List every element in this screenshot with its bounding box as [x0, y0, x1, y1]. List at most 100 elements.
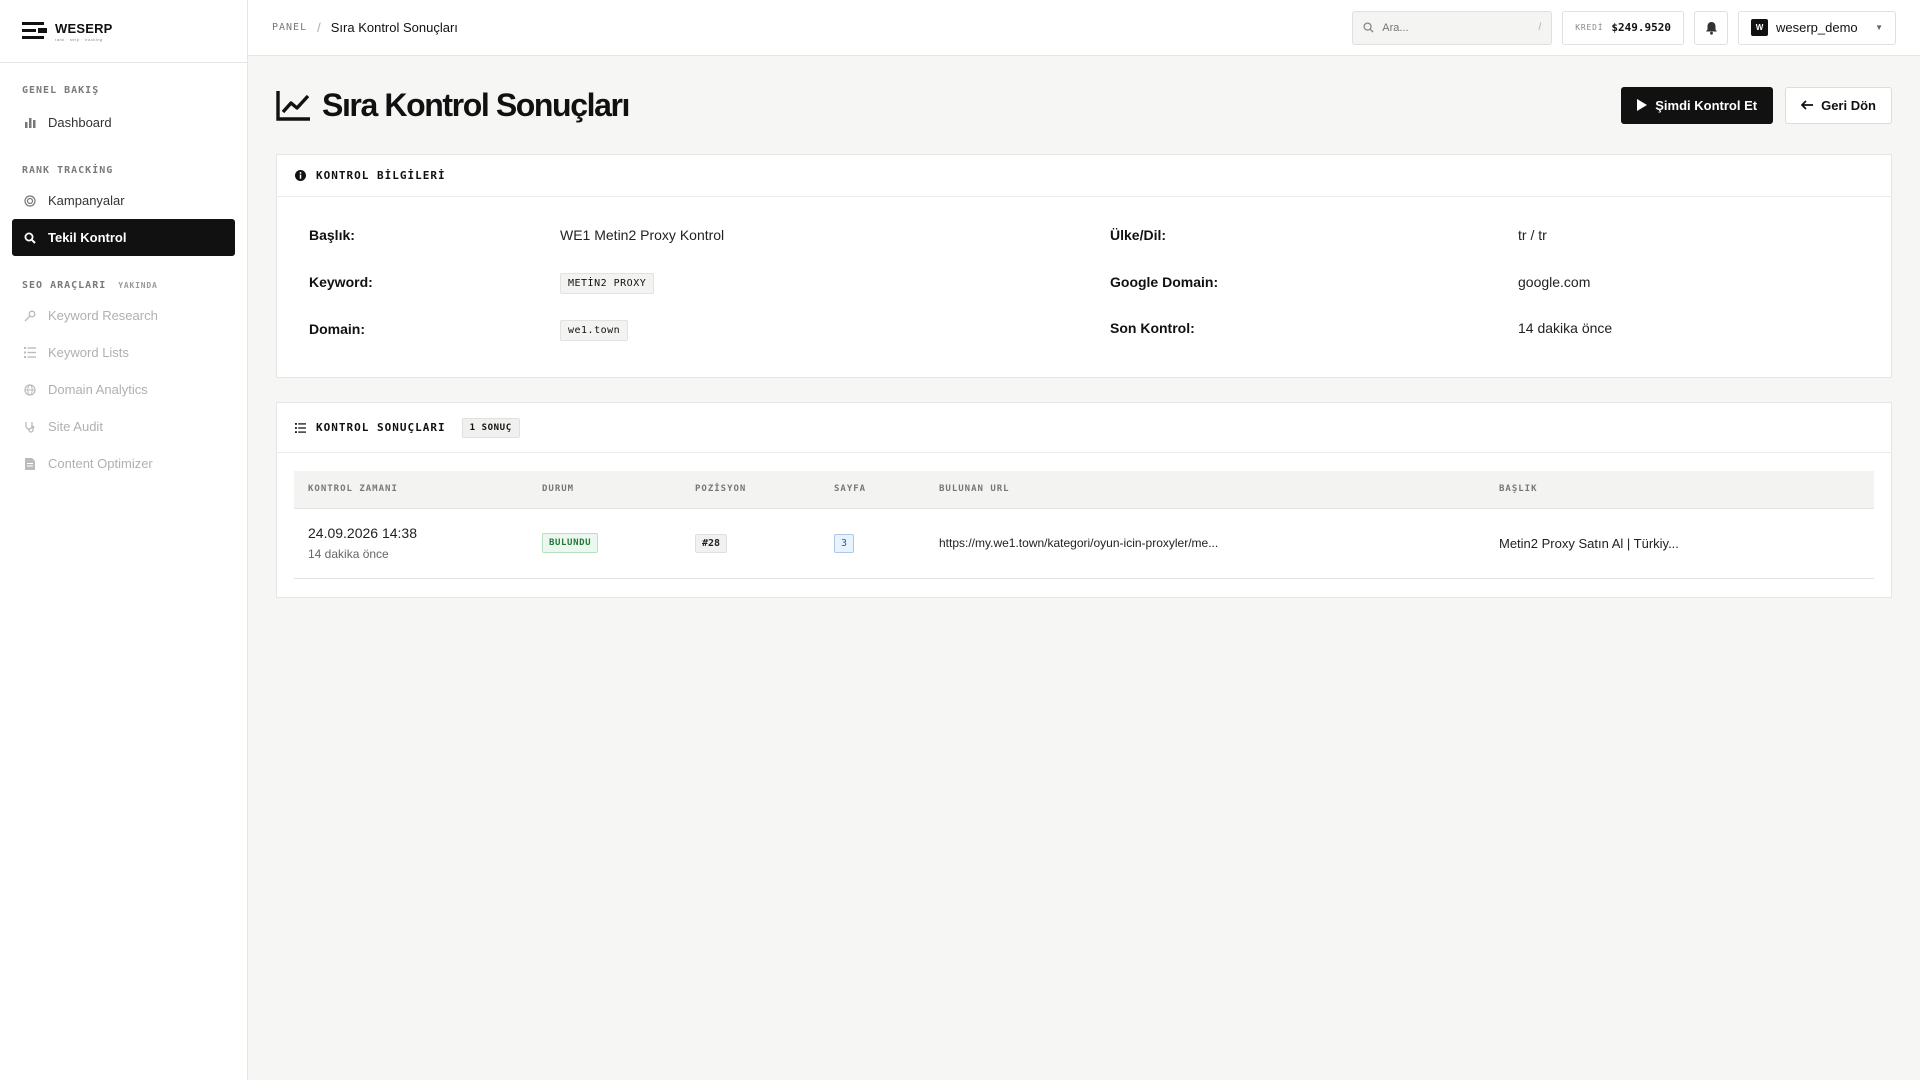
field-label-baslik: Başlık: [309, 227, 355, 243]
table-row: 24.09.2026 14:38 14 dakika önce BULUNDU … [294, 508, 1874, 579]
credit-value: $249.9520 [1611, 21, 1671, 34]
field-label-keyword: Keyword: [309, 274, 373, 290]
cell-page: 3 [820, 508, 925, 579]
position-badge: #28 [695, 533, 728, 553]
check-time: 24.09.2026 14:38 [308, 525, 417, 541]
column-header-url[interactable]: BULUNAN URL [925, 471, 1485, 509]
search-input[interactable] [1382, 21, 1531, 34]
cell-url: https://my.we1.town/kategori/oyun-icin-p… [925, 508, 1485, 579]
field-label-son-kontrol: Son Kontrol: [1110, 320, 1195, 336]
nav-section-title: RANK TRACKİNG [22, 164, 114, 176]
breadcrumb-separator: / [317, 20, 321, 35]
breadcrumb-root[interactable]: PANEL [272, 22, 307, 33]
field-value-google-domain: google.com [1518, 274, 1591, 290]
coming-soon-badge: YAKINDA [118, 280, 158, 290]
chevron-down-icon: ▼ [1875, 23, 1883, 32]
back-button[interactable]: Geri Dön [1785, 86, 1892, 124]
notifications-button[interactable] [1694, 10, 1728, 45]
breadcrumb-current: Sıra Kontrol Sonuçları [330, 20, 458, 35]
column-header-position[interactable]: POZİSYON [681, 471, 820, 509]
field-label-google-domain: Google Domain: [1110, 274, 1219, 290]
page-header: Sıra Kontrol Sonuçları Şimdi Kontrol Et … [276, 56, 1892, 154]
user-name: weserp_demo [1776, 20, 1858, 35]
brand-tagline: rank · serp · tracking [55, 36, 103, 42]
sidebar: WESERP rank · serp · tracking GENEL BAKI… [0, 0, 248, 1080]
topbar: PANEL / Sıra Kontrol Sonuçları / KREDİ $… [248, 0, 1920, 56]
cell-title: Metin2 Proxy Satın Al | Türkiy... [1485, 508, 1874, 579]
logo-icon [22, 22, 47, 39]
sidebar-item-keyword-research[interactable]: Keyword Research [12, 297, 235, 334]
brand: WESERP rank · serp · tracking [0, 0, 247, 63]
document-icon [24, 457, 36, 470]
sidebar-item-tekil-kontrol[interactable]: Tekil Kontrol [12, 219, 235, 256]
column-header-title[interactable]: BAŞLIK [1485, 471, 1874, 509]
sidebar-item-keyword-lists[interactable]: Keyword Lists [12, 334, 235, 371]
sidebar-item-content-optimizer[interactable]: Content Optimizer [12, 445, 235, 482]
page-title: Sıra Kontrol Sonuçları [322, 86, 630, 123]
sidebar-item-kampanyalar[interactable]: Kampanyalar [12, 182, 235, 219]
info-icon [295, 170, 306, 181]
sidebar-item-label: Domain Analytics [48, 382, 148, 397]
list-icon [24, 347, 36, 359]
sidebar-item-label: Site Audit [48, 419, 103, 434]
credit-label: KREDİ [1575, 23, 1604, 32]
column-header-status[interactable]: DURUM [528, 471, 681, 509]
key-icon [24, 310, 36, 322]
column-header-page[interactable]: SAYFA [820, 471, 925, 509]
sidebar-item-domain-analytics[interactable]: Domain Analytics [12, 371, 235, 408]
check-time-ago: 14 dakika önce [308, 547, 389, 561]
sidebar-item-label: Keyword Research [48, 308, 158, 323]
status-badge: BULUNDU [542, 533, 599, 553]
brand-name: WESERP [55, 20, 113, 36]
list-icon [295, 422, 306, 433]
search-icon [24, 232, 36, 244]
user-menu[interactable]: W weserp_demo ▼ [1738, 10, 1896, 45]
brand-logo[interactable]: WESERP rank · serp · tracking [22, 21, 113, 42]
cell-time: 24.09.2026 14:38 14 dakika önce [294, 508, 528, 579]
globe-icon [24, 383, 36, 396]
search-box[interactable]: / [1352, 10, 1553, 45]
sidebar-item-label: Tekil Kontrol [48, 230, 127, 245]
check-now-button[interactable]: Şimdi Kontrol Et [1621, 86, 1774, 124]
found-url-link[interactable]: https://my.we1.town/kategori/oyun-icin-p… [939, 536, 1218, 550]
play-icon [1637, 99, 1648, 111]
info-grid: Başlık: WE1 Metin2 Proxy Kontrol Keyword… [277, 197, 1891, 376]
sidebar-item-label: Dashboard [48, 115, 112, 130]
breadcrumb: PANEL / Sıra Kontrol Sonuçları [248, 20, 458, 35]
sidebar-item-label: Kampanyalar [48, 193, 125, 208]
nav-section-title: SEO ARAÇLARI [22, 279, 107, 291]
sidebar-item-dashboard[interactable]: Dashboard [12, 104, 235, 141]
stethoscope-icon [24, 421, 36, 433]
search-icon [1363, 22, 1374, 33]
cell-position: #28 [681, 508, 820, 579]
nav-section-seo-tools: SEO ARAÇLARI YAKINDA [0, 278, 247, 292]
results-count-badge: 1 SONUÇ [461, 417, 520, 438]
search-shortcut-hint: / [1538, 22, 1542, 33]
field-value-ulke: tr / tr [1518, 227, 1547, 243]
found-title: Metin2 Proxy Satın Al | Türkiy... [1499, 535, 1679, 551]
results-card: KONTROL SONUÇLARI 1 SONUÇ KONTROL ZAMANI… [276, 402, 1892, 598]
results-card-title: KONTROL SONUÇLARI [316, 421, 446, 434]
field-label-ulke: Ülke/Dil: [1110, 227, 1167, 243]
arrow-left-icon [1801, 100, 1814, 110]
sidebar-item-label: Keyword Lists [48, 345, 129, 360]
target-icon [24, 194, 36, 207]
bar-chart-icon [24, 117, 36, 129]
field-value-baslik: WE1 Metin2 Proxy Kontrol [560, 227, 725, 243]
check-now-label: Şimdi Kontrol Et [1655, 97, 1758, 113]
credit-balance: KREDİ $249.9520 [1562, 10, 1684, 45]
main-content: Sıra Kontrol Sonuçları Şimdi Kontrol Et … [276, 56, 1892, 598]
nav-section-rank-tracking: RANK TRACKİNG [0, 163, 247, 177]
avatar: W [1751, 19, 1768, 36]
results-card-header: KONTROL SONUÇLARI 1 SONUÇ [277, 403, 1891, 453]
sidebar-item-site-audit[interactable]: Site Audit [12, 408, 235, 445]
bell-icon [1705, 21, 1717, 35]
info-card-header: KONTROL BİLGİLERİ [277, 155, 1891, 197]
column-header-time[interactable]: KONTROL ZAMANI [294, 471, 528, 509]
trending-chart-icon [276, 91, 310, 121]
page-badge: 3 [834, 533, 855, 553]
nav-section-title: GENEL BAKIŞ [22, 84, 100, 96]
nav-section-overview: GENEL BAKIŞ [0, 83, 247, 97]
field-label-domain: Domain: [309, 321, 365, 337]
results-table: KONTROL ZAMANI DURUM POZİSYON SAYFA BULU… [294, 471, 1874, 579]
